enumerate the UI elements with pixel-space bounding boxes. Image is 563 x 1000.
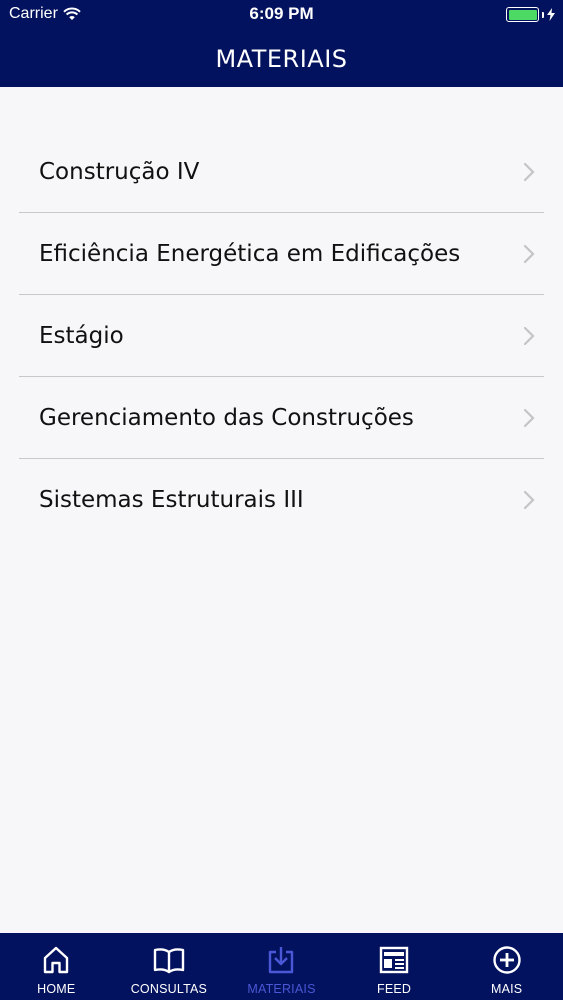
list-item-label: Gerenciamento das Construções bbox=[39, 404, 414, 431]
list-item-label: Sistemas Estruturais III bbox=[39, 487, 304, 513]
tab-home[interactable]: HOME bbox=[0, 933, 113, 1000]
chevron-right-icon bbox=[514, 403, 544, 433]
list-item-label: Construção IV bbox=[39, 158, 200, 185]
status-bar: Carrier 6:09 PM bbox=[0, 0, 563, 30]
list-item-label: Estágio bbox=[39, 322, 124, 349]
tab-label: CONSULTAS bbox=[130, 982, 208, 996]
newspaper-icon bbox=[379, 946, 409, 974]
materials-list: Construção IV Eficiência Energética em E… bbox=[19, 131, 544, 541]
tab-bar: HOME CONSULTAS MATERIAIS FEED MAIS bbox=[0, 933, 563, 1000]
plus-circle-icon bbox=[492, 946, 521, 974]
download-icon bbox=[269, 947, 294, 974]
status-time: 6:09 PM bbox=[249, 4, 314, 23]
list-item-construcao-iv[interactable]: Construção IV bbox=[19, 131, 544, 213]
list-item-eficiencia-energetica[interactable]: Eficiência Energética em Edificações bbox=[19, 213, 544, 295]
tab-label: MATERIAIS bbox=[247, 982, 316, 996]
book-icon bbox=[153, 948, 185, 974]
page-title: MATERIAIS bbox=[215, 44, 348, 73]
tab-consultas[interactable]: CONSULTAS bbox=[113, 933, 226, 1000]
chevron-right-icon bbox=[514, 239, 544, 269]
list-item-estagio[interactable]: Estágio bbox=[19, 295, 544, 377]
navigation-bar: MATERIAIS bbox=[0, 30, 563, 87]
list-item-sistemas-estruturais[interactable]: Sistemas Estruturais III bbox=[19, 459, 544, 541]
battery-icon bbox=[506, 7, 539, 22]
tab-feed[interactable]: FEED bbox=[338, 933, 451, 1000]
tab-label: MAIS bbox=[490, 982, 523, 996]
list-item-label: Eficiência Energética em Edificações bbox=[39, 240, 461, 267]
chevron-right-icon bbox=[514, 157, 544, 187]
tab-materiais[interactable]: MATERIAIS bbox=[225, 933, 338, 1000]
battery-indicator bbox=[506, 7, 555, 22]
tab-label: FEED bbox=[377, 982, 412, 996]
content-area: Construção IV Eficiência Energética em E… bbox=[0, 87, 563, 933]
tab-label: HOME bbox=[37, 982, 76, 996]
charging-bolt-icon bbox=[547, 8, 555, 21]
list-item-gerenciamento[interactable]: Gerenciamento das Construções bbox=[19, 377, 544, 459]
chevron-right-icon bbox=[514, 485, 544, 515]
chevron-right-icon bbox=[514, 321, 544, 351]
home-icon bbox=[44, 946, 69, 974]
tab-mais[interactable]: MAIS bbox=[450, 933, 563, 1000]
